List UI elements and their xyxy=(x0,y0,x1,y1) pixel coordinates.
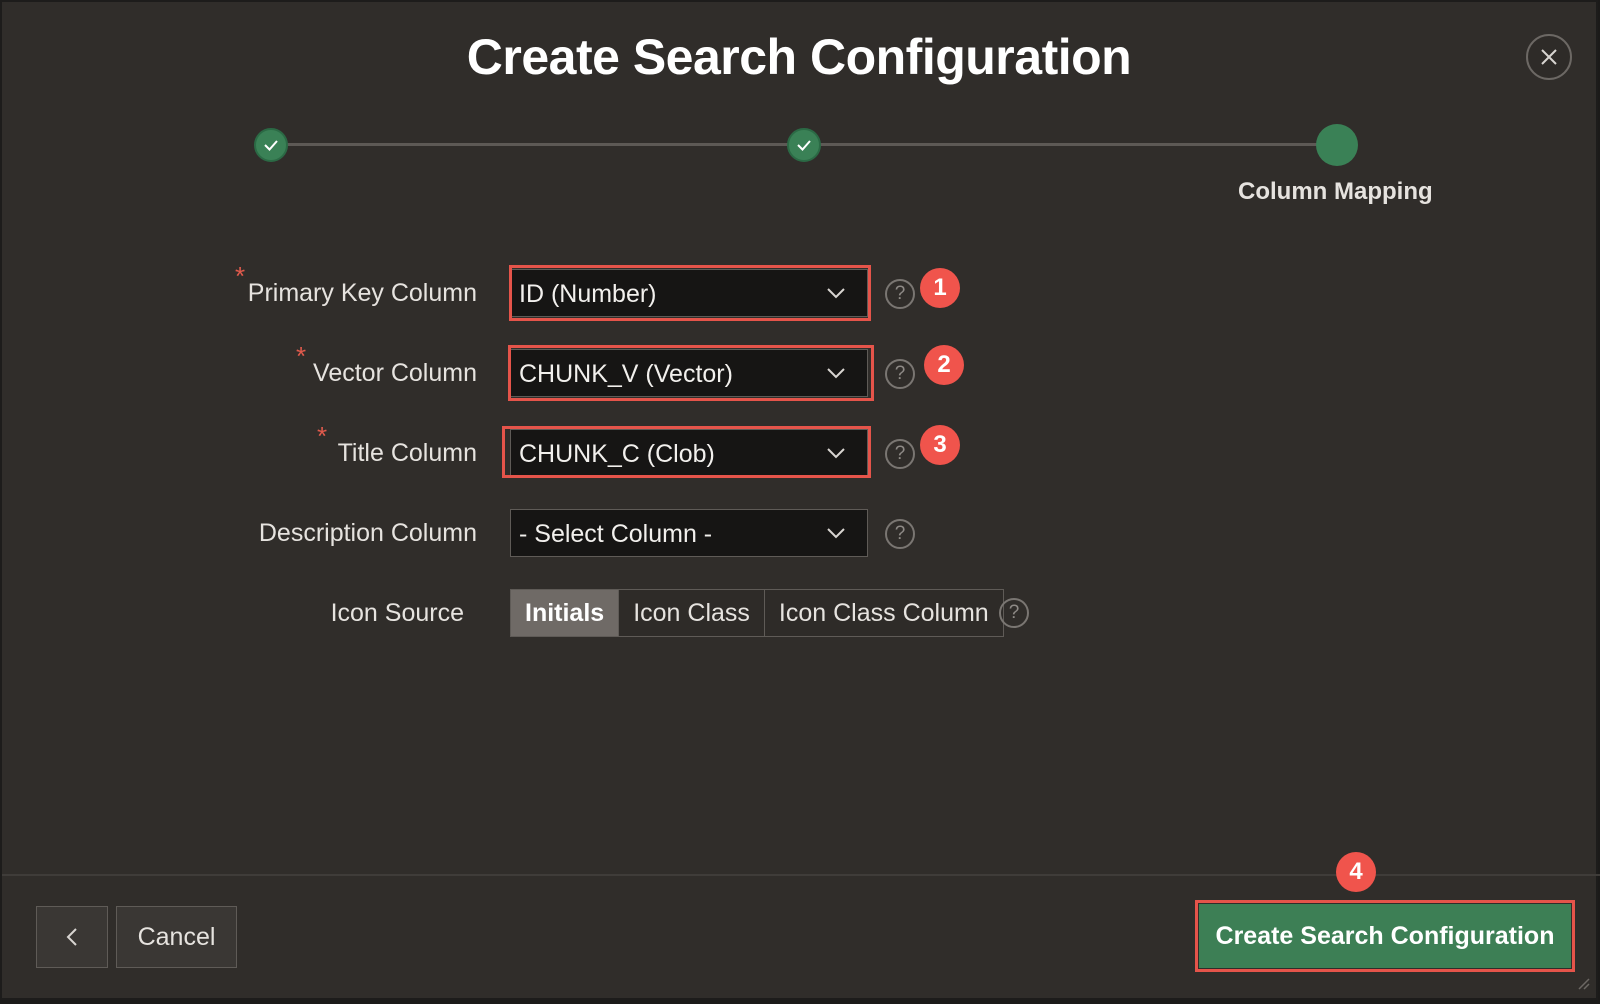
step-badge-4: 4 xyxy=(1336,852,1376,892)
title-label: Title Column xyxy=(337,439,477,467)
help-icon[interactable]: ? xyxy=(885,439,915,469)
icon-source-option-icon-class-column[interactable]: Icon Class Column xyxy=(764,590,1003,636)
wizard-step-1 xyxy=(254,128,288,162)
chevron-down-icon xyxy=(827,528,845,539)
required-indicator: * xyxy=(317,421,328,451)
step-badge-3: 3 xyxy=(920,425,960,465)
check-icon xyxy=(797,140,811,151)
highlight-frame xyxy=(508,345,874,401)
icon-source-option-initials[interactable]: Initials xyxy=(511,590,620,636)
highlight-frame xyxy=(502,426,871,478)
icon-source-radio-group: Initials Icon Class Icon Class Column xyxy=(510,589,1004,637)
chevron-left-icon xyxy=(66,928,77,946)
dialog-title: Create Search Configuration xyxy=(466,29,1132,85)
icon-source-row: Icon Source Initials Icon Class Icon Cla… xyxy=(2,589,1600,639)
primary-key-label: Primary Key Column xyxy=(247,279,477,307)
close-button[interactable] xyxy=(1526,34,1572,80)
highlight-frame xyxy=(509,265,871,321)
vector-row: * Vector Column CHUNK_V (Vector) ? 2 xyxy=(2,341,1600,401)
check-icon xyxy=(264,140,278,151)
create-search-configuration-button[interactable]: Create Search Configuration xyxy=(1199,904,1571,968)
description-select[interactable]: - Select Column - xyxy=(510,509,868,557)
step-badge-2: 2 xyxy=(924,345,964,385)
vector-label: Vector Column xyxy=(313,359,477,387)
title-row: * Title Column CHUNK_C (Clob) ? 3 xyxy=(2,421,1600,479)
required-indicator: * xyxy=(235,261,246,291)
required-indicator: * xyxy=(296,341,307,371)
icon-source-label: Icon Source xyxy=(330,599,464,627)
description-label: Description Column xyxy=(258,519,477,547)
help-icon[interactable]: ? xyxy=(885,279,915,309)
close-icon xyxy=(1541,49,1557,65)
description-row: Description Column - Select Column - ? xyxy=(2,509,1600,559)
help-icon[interactable]: ? xyxy=(885,359,915,389)
icon-source-option-icon-class[interactable]: Icon Class xyxy=(619,590,765,636)
description-value: - Select Column - xyxy=(519,520,713,548)
step-badge-1: 1 xyxy=(920,268,960,308)
resize-handle-icon[interactable] xyxy=(1576,976,1590,990)
help-icon[interactable]: ? xyxy=(885,519,915,549)
wizard-step-label: Column Mapping xyxy=(1238,178,1433,205)
create-search-configuration-dialog: Create Search Configuration Column Mappi… xyxy=(0,0,1600,1000)
back-button[interactable] xyxy=(36,906,108,968)
primary-key-row: * Primary Key Column ID (Number) ? 1 xyxy=(2,261,1600,321)
help-icon[interactable]: ? xyxy=(999,598,1029,628)
wizard-step-2 xyxy=(787,128,821,162)
cancel-button[interactable]: Cancel xyxy=(116,906,237,968)
wizard-step-3-current xyxy=(1316,124,1358,166)
